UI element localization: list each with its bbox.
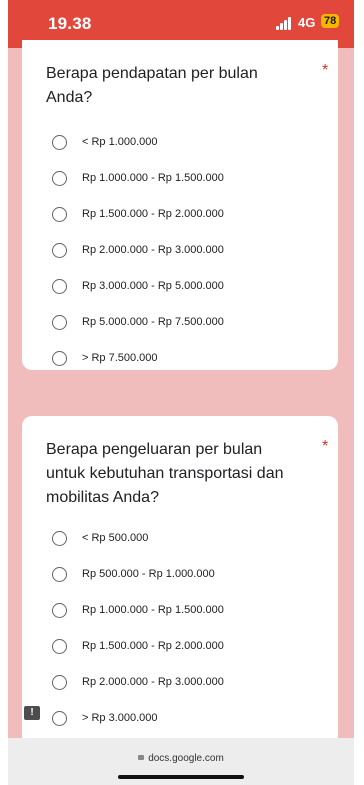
option-label: Rp 3.000.000 - Rp 5.000.000 xyxy=(82,280,224,292)
radio-option[interactable]: < Rp 500.000 xyxy=(52,528,148,548)
radio-icon[interactable] xyxy=(52,602,67,618)
home-indicator[interactable] xyxy=(118,775,244,779)
lock-icon xyxy=(138,754,145,760)
radio-option[interactable]: Rp 1.000.000 - Rp 1.500.000 xyxy=(52,168,224,188)
radio-icon[interactable] xyxy=(52,638,67,654)
url-display[interactable]: docs.google.com xyxy=(8,753,354,764)
radio-option[interactable]: > Rp 7.500.000 xyxy=(52,348,158,368)
battery-indicator: 78 xyxy=(321,14,340,28)
url-text: docs.google.com xyxy=(148,753,224,764)
option-label: Rp 2.000.000 - Rp 3.000.000 xyxy=(82,244,224,256)
option-label: > Rp 7.500.000 xyxy=(82,352,158,364)
radio-option[interactable]: Rp 3.000.000 - Rp 5.000.000 xyxy=(52,276,224,296)
option-label: > Rp 3.000.000 xyxy=(82,712,158,724)
question-card-transport: Berapa pengeluaran per bulan untuk kebut… xyxy=(22,416,338,756)
option-label: Rp 1.500.000 - Rp 2.000.000 xyxy=(82,208,224,220)
radio-option[interactable]: > Rp 3.000.000 xyxy=(52,708,158,728)
option-label: Rp 500.000 - Rp 1.000.000 xyxy=(82,568,215,580)
clock: 19.38 xyxy=(48,14,92,33)
radio-icon[interactable] xyxy=(52,566,67,582)
radio-icon[interactable] xyxy=(52,530,67,546)
radio-option[interactable]: < Rp 1.000.000 xyxy=(52,132,158,152)
option-label: Rp 1.000.000 - Rp 1.500.000 xyxy=(82,604,224,616)
radio-option[interactable]: Rp 1.500.000 - Rp 2.000.000 xyxy=(52,204,224,224)
option-label: Rp 1.500.000 - Rp 2.000.000 xyxy=(82,640,224,652)
question-title: Berapa pendapatan per bulan Anda? xyxy=(46,65,258,106)
radio-icon[interactable] xyxy=(52,242,67,258)
radio-icon[interactable] xyxy=(52,674,67,690)
radio-option[interactable]: Rp 1.000.000 - Rp 1.500.000 xyxy=(52,600,224,620)
option-label: Rp 2.000.000 - Rp 3.000.000 xyxy=(82,676,224,688)
signal-icon xyxy=(276,16,292,30)
browser-address-bar[interactable]: docs.google.com xyxy=(8,738,354,785)
option-label: < Rp 500.000 xyxy=(82,532,149,544)
radio-icon[interactable] xyxy=(52,278,67,294)
question-card-income: Berapa pendapatan per bulan Anda? * < Rp… xyxy=(22,40,338,370)
question-title: Berapa pengeluaran per bulan untuk kebut… xyxy=(46,441,284,506)
radio-icon[interactable] xyxy=(52,206,67,222)
required-marker: * xyxy=(322,438,329,455)
radio-option[interactable]: Rp 2.000.000 - Rp 3.000.000 xyxy=(52,240,224,260)
option-label: Rp 1.000.000 - Rp 1.500.000 xyxy=(82,172,224,184)
option-label: < Rp 1.000.000 xyxy=(82,136,158,148)
network-type: 4G xyxy=(298,15,316,30)
radio-icon[interactable] xyxy=(52,710,67,726)
radio-icon[interactable] xyxy=(52,134,67,150)
option-label: Rp 5.000.000 - Rp 7.500.000 xyxy=(82,316,224,328)
radio-icon[interactable] xyxy=(52,350,67,366)
radio-option[interactable]: Rp 2.000.000 - Rp 3.000.000 xyxy=(52,672,224,692)
radio-option[interactable]: Rp 1.500.000 - Rp 2.000.000 xyxy=(52,636,224,656)
radio-icon[interactable] xyxy=(52,170,67,186)
radio-icon[interactable] xyxy=(52,314,67,330)
required-marker: * xyxy=(322,62,329,79)
feedback-icon[interactable]: ! xyxy=(24,706,40,720)
phone-screen: 19.38 4G 78 Berapa pendapatan per bulan … xyxy=(8,0,354,785)
radio-option[interactable]: Rp 500.000 - Rp 1.000.000 xyxy=(52,564,215,584)
radio-option[interactable]: Rp 5.000.000 - Rp 7.500.000 xyxy=(52,312,224,332)
